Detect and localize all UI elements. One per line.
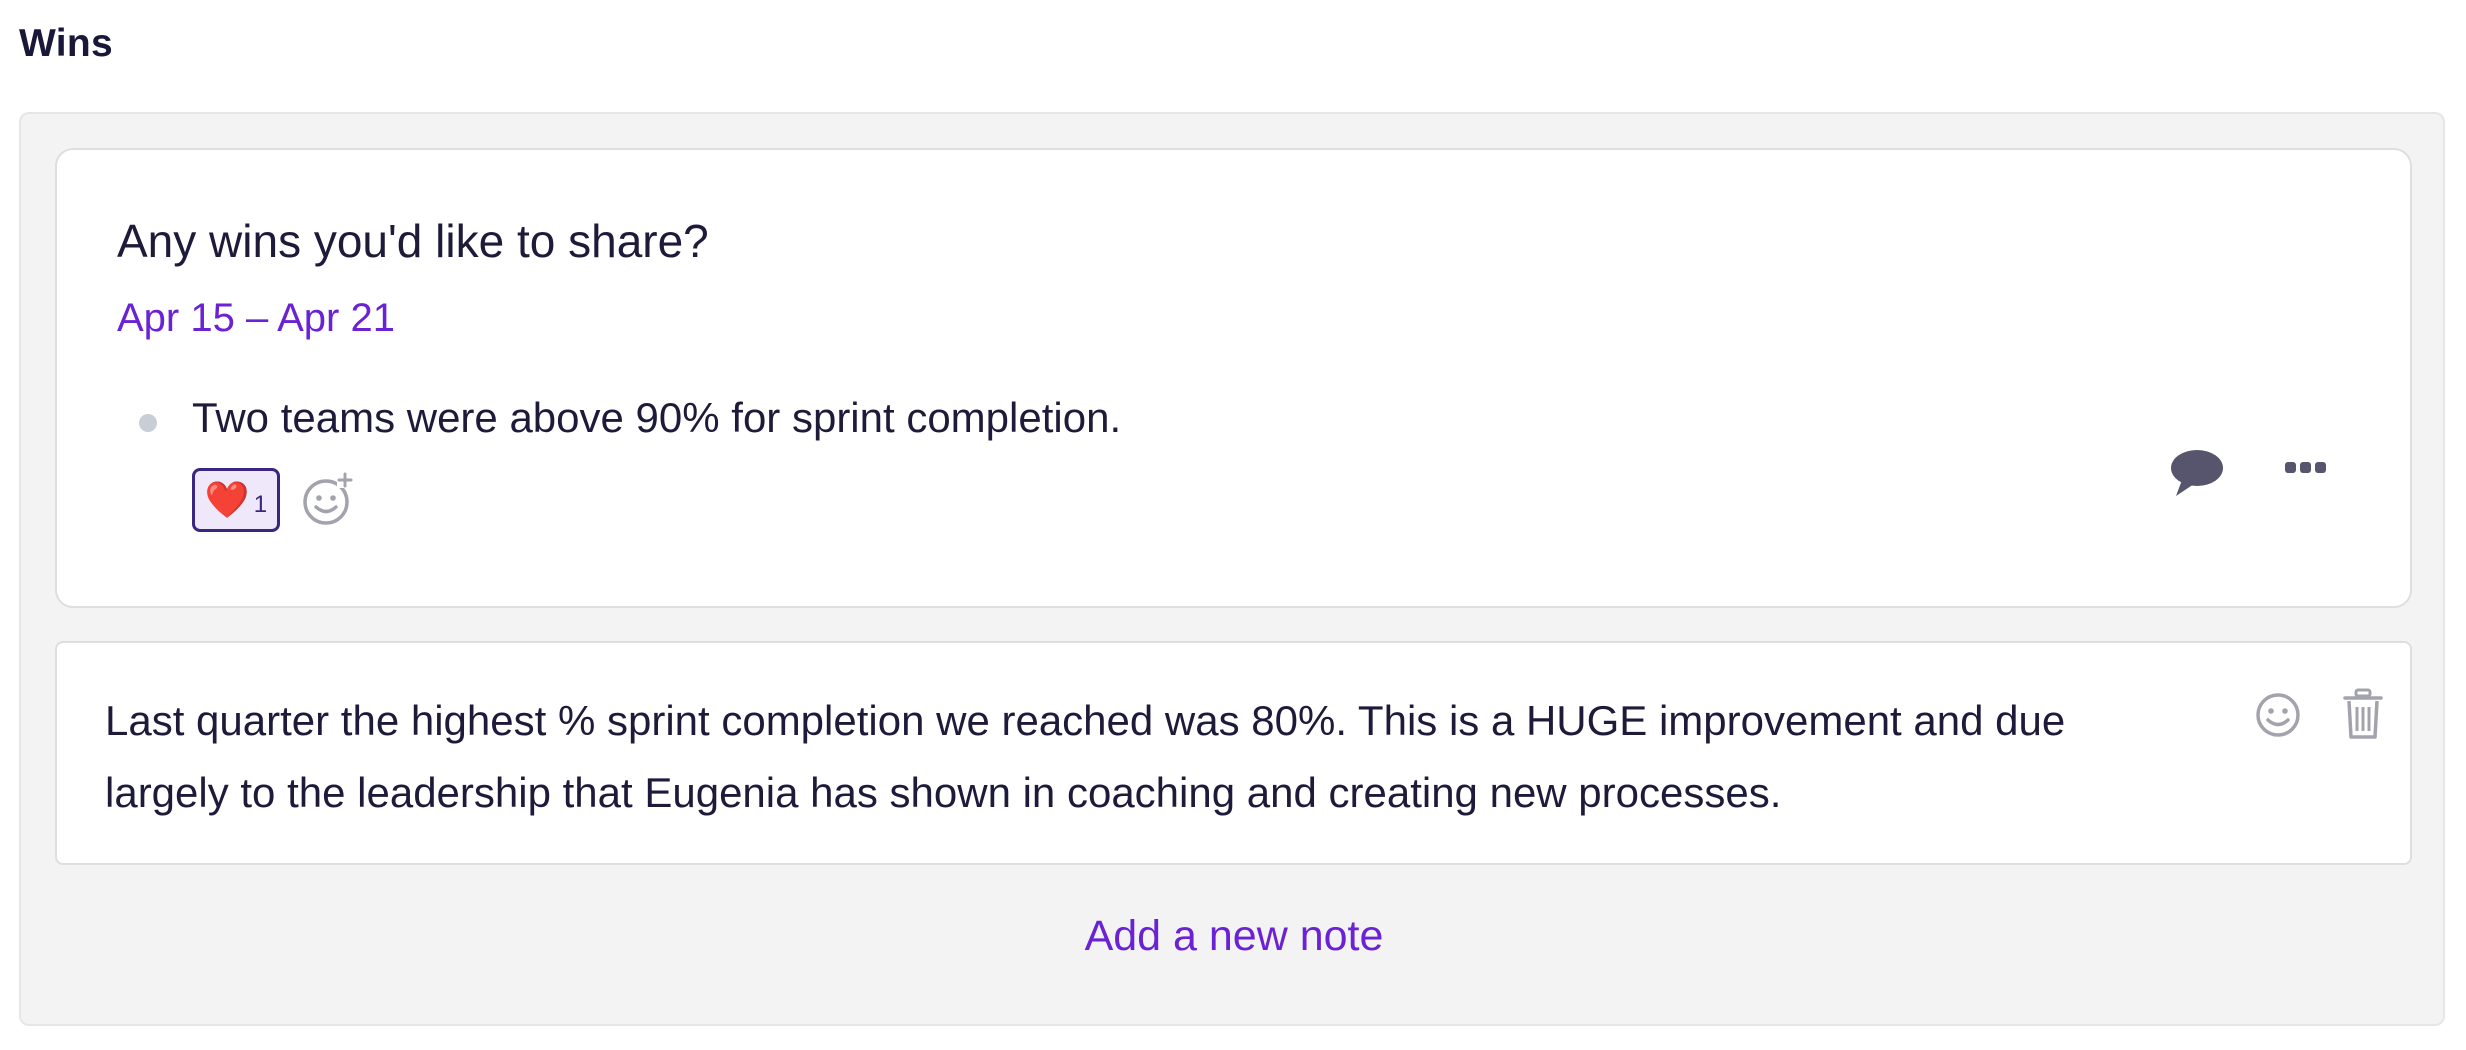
date-range: Apr 15 – Apr 21 — [117, 296, 395, 340]
note-card: Last quarter the highest % sprint comple… — [55, 641, 2412, 865]
more-options-icon[interactable] — [2283, 456, 2329, 480]
comment-icon[interactable] — [2168, 446, 2224, 498]
reaction-count: 1 — [253, 491, 268, 518]
emoji-icon[interactable] — [2254, 691, 2302, 739]
section-title: Wins — [19, 22, 114, 65]
list-bullet — [139, 414, 157, 432]
question-text: Any wins you'd like to share? — [117, 215, 709, 267]
wins-panel: Any wins you'd like to share? Apr 15 – A… — [19, 112, 2445, 1026]
note-text[interactable]: Last quarter the highest % sprint comple… — [105, 685, 2105, 829]
heart-reaction-button[interactable]: ❤️ 1 — [192, 468, 280, 532]
heart-icon: ❤️ — [204, 479, 250, 520]
trash-icon[interactable] — [2343, 687, 2383, 741]
add-emoji-icon[interactable] — [300, 472, 356, 528]
add-note-button[interactable]: Add a new note — [21, 912, 2447, 961]
question-card: Any wins you'd like to share? Apr 15 – A… — [55, 148, 2412, 608]
answer-text: Two teams were above 90% for sprint comp… — [192, 394, 1122, 441]
